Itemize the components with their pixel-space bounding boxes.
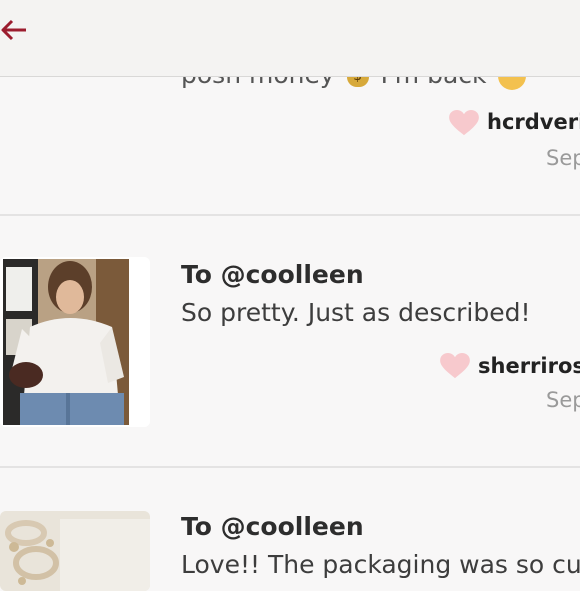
divider: [0, 466, 580, 468]
heart-icon[interactable]: [449, 110, 479, 136]
review-message: Love!! The packaging was so cu: [181, 550, 580, 579]
review-recipient[interactable]: To @coolleen: [181, 260, 364, 289]
product-thumbnail[interactable]: [0, 257, 150, 427]
product-thumbnail[interactable]: [0, 511, 150, 591]
heart-icon[interactable]: [440, 353, 470, 379]
reviewer-username[interactable]: sherrirose: [478, 354, 580, 378]
review-date: Sep: [546, 146, 580, 170]
reviewer-username[interactable]: hcrdveri: [487, 110, 580, 134]
review-message: So pretty. Just as described!: [181, 298, 531, 327]
review-date: Sep: [546, 388, 580, 412]
back-arrow-icon[interactable]: [0, 14, 32, 46]
product-image: [0, 257, 150, 427]
review-recipient[interactable]: To @coolleen: [181, 512, 364, 541]
product-image: [0, 511, 150, 591]
reviews-feed: posh money $ I'm back hcrdveri Sep To @c…: [0, 0, 580, 591]
divider: [0, 214, 580, 216]
header-bar: [0, 0, 580, 77]
